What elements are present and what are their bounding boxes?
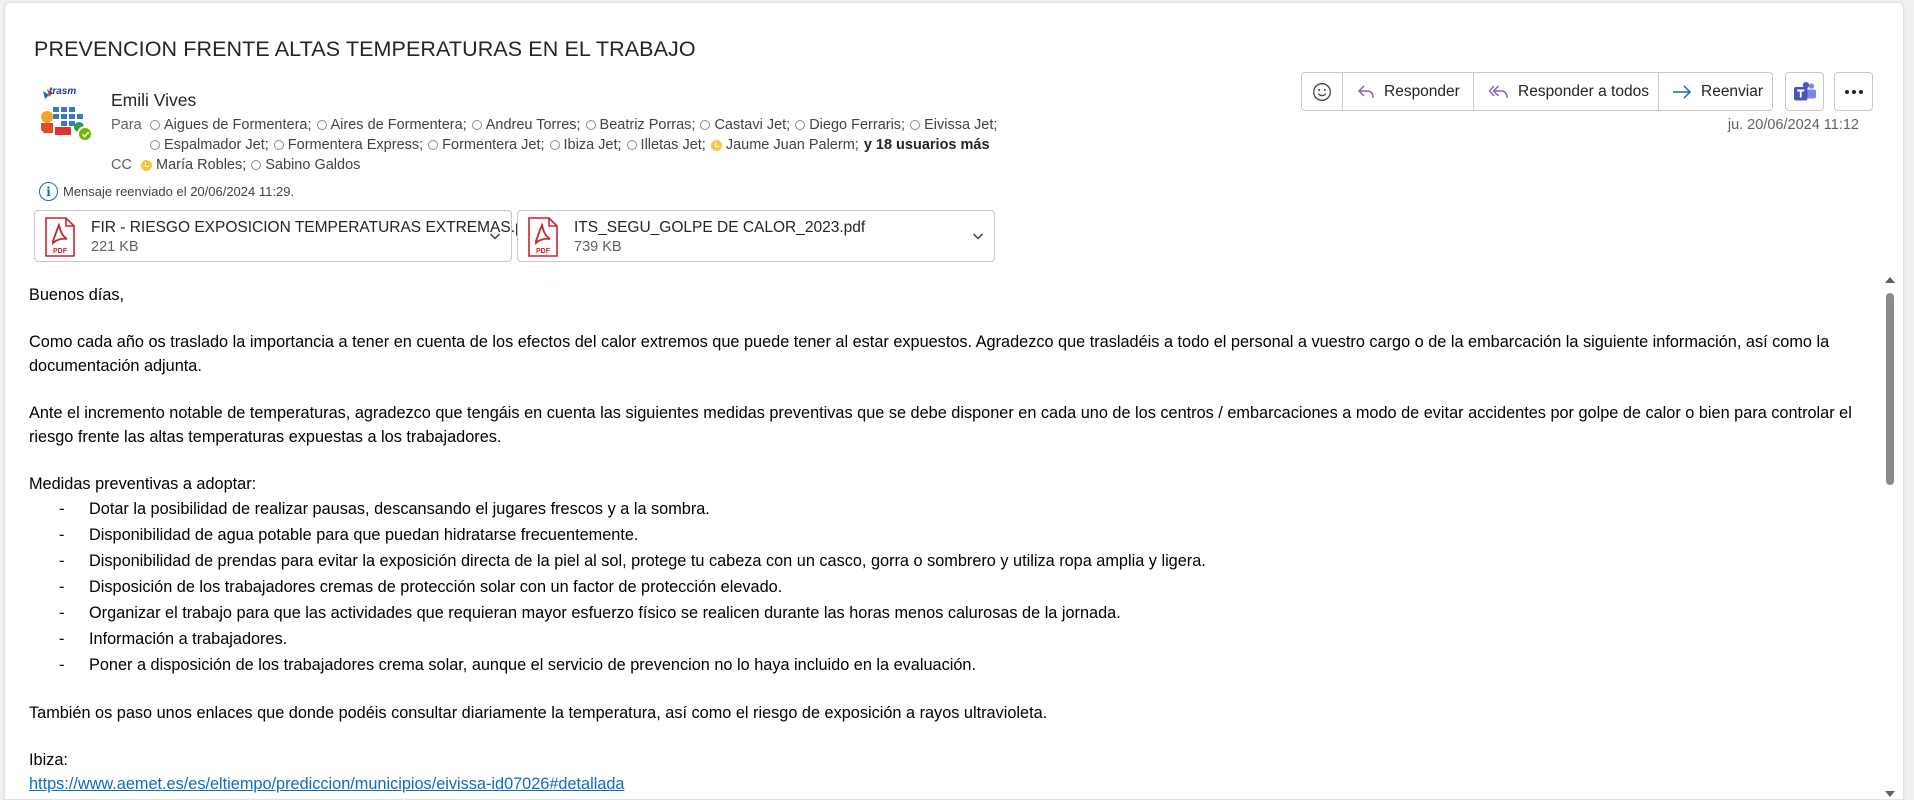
to-recipients-line-2: Espalmador Jet; Formentera Express; Form… xyxy=(150,137,990,153)
recipient[interactable]: Illetas Jet; xyxy=(626,137,706,153)
attachment-size: 739 KB xyxy=(574,239,622,255)
scroll-up-arrow-icon[interactable] xyxy=(1885,277,1895,283)
reply-all-button[interactable]: Responder a todos xyxy=(1474,73,1659,110)
attachment-size: 221 KB xyxy=(91,239,139,255)
presence-offline-icon xyxy=(795,120,806,130)
list-item: - Información a trabajadores. xyxy=(29,626,1871,652)
list-item: - Disponibilidad de prendas para evitar l… xyxy=(29,548,1871,574)
list-item: - Organizar el trabajo para que las activ… xyxy=(29,600,1871,626)
svg-text:PDF: PDF xyxy=(53,248,68,255)
cc-label: CC xyxy=(111,157,132,173)
list-item: - Poner a disposición de los trabajadores… xyxy=(29,652,1871,678)
presence-available-icon xyxy=(77,126,93,142)
ibiza-weather-link[interactable]: https://www.aemet.es/es/eltiempo/predicc… xyxy=(29,775,625,793)
ibiza-label: Ibiza: xyxy=(29,751,68,769)
presence-offline-icon xyxy=(471,120,482,130)
reply-all-icon xyxy=(1488,84,1508,98)
bullet-marker: - xyxy=(59,552,65,570)
presence-away-icon xyxy=(141,159,152,171)
body-scrollbar[interactable] xyxy=(1883,274,1897,799)
forward-button[interactable]: Reenviar xyxy=(1659,73,1772,110)
scroll-down-arrow-icon[interactable] xyxy=(1885,791,1895,797)
recipient[interactable]: Formentera Express; xyxy=(273,137,423,153)
forward-arrow-icon xyxy=(1673,84,1692,99)
reply-button[interactable]: Responder xyxy=(1343,73,1474,110)
presence-offline-icon xyxy=(910,120,921,130)
presence-offline-icon xyxy=(700,120,711,130)
bullet-marker: - xyxy=(59,526,65,544)
recipient[interactable]: Jaume Juan Palerm; xyxy=(710,137,859,153)
teams-icon xyxy=(1793,81,1816,100)
email-body: Buenos días, Como cada año os traslado l… xyxy=(29,283,1871,796)
bullet-marker: - xyxy=(59,604,65,622)
sent-date: ju. 20/06/2024 11:12 xyxy=(1727,117,1859,133)
body-paragraph: También os paso unos enlaces que donde p… xyxy=(29,704,1048,722)
list-item: - Disposición de los trabajadores cremas … xyxy=(29,574,1871,600)
email-subject: PREVENCION FRENTE ALTAS TEMPERATURAS EN … xyxy=(34,37,696,61)
pdf-file-icon: PDF xyxy=(528,217,558,257)
forward-label: Reenviar xyxy=(1701,82,1764,100)
sender-name[interactable]: Emili Vives xyxy=(111,90,196,111)
more-recipients-link[interactable]: y 18 usuarios más xyxy=(864,137,990,153)
recipient[interactable]: Formentera Jet; xyxy=(428,137,545,153)
recipient[interactable]: Ibiza Jet; xyxy=(549,137,622,153)
recipient[interactable]: Aires de Formentera; xyxy=(316,117,467,133)
info-icon: i xyxy=(39,182,58,201)
attachment-card[interactable]: PDF FIR - RIESGO EXPOSICION TEMPERATURAS… xyxy=(34,210,537,262)
reading-pane: PREVENCION FRENTE ALTAS TEMPERATURAS EN … xyxy=(4,2,1904,800)
scrollbar-thumb[interactable] xyxy=(1886,293,1894,485)
list-item: - Disponibilidad de agua potable para que… xyxy=(29,522,1871,548)
message-actions-toolbar: Responder Responder a todos Reenviar xyxy=(1301,72,1773,111)
avatar-logo-text: trasm xyxy=(49,86,77,97)
attachment-name: FIR - RIESGO EXPOSICION TEMPERATURAS EXT… xyxy=(91,219,537,236)
presence-offline-icon xyxy=(150,140,160,150)
recipient[interactable]: Espalmador Jet; xyxy=(150,137,269,153)
chevron-down-icon[interactable] xyxy=(487,228,503,244)
presence-offline-icon xyxy=(251,160,262,170)
body-greeting: Buenos días, xyxy=(29,286,125,304)
recipient[interactable]: Diego Ferraris; xyxy=(795,117,905,133)
cc-recipients-line: María Robles; Sabino Galdos xyxy=(141,157,365,173)
smiley-icon xyxy=(1313,82,1331,101)
recipient[interactable]: Eivissa Jet; xyxy=(910,117,997,133)
reply-label: Responder xyxy=(1384,82,1460,100)
recipient[interactable]: María Robles; xyxy=(141,157,246,173)
reaction-button[interactable] xyxy=(1302,73,1343,110)
bullet-marker: - xyxy=(59,656,65,674)
body-paragraph: Como cada año os traslado la importancia… xyxy=(29,333,1830,375)
presence-offline-icon xyxy=(150,120,160,130)
to-recipients-line-1: Aigues de Formentera; Aires de Formenter… xyxy=(150,117,1002,133)
reply-all-label: Responder a todos xyxy=(1518,82,1649,100)
presence-offline-icon xyxy=(549,140,560,150)
attachment-name: ITS_SEGU_GOLPE DE CALOR_2023.pdf xyxy=(574,219,866,236)
bullet-marker: - xyxy=(59,630,65,648)
recipient[interactable]: Andreu Torres; xyxy=(471,117,581,133)
attachment-card[interactable]: PDF ITS_SEGU_GOLPE DE CALOR_2023.pdf 739… xyxy=(517,210,995,262)
presence-offline-icon xyxy=(273,140,284,150)
presence-offline-icon xyxy=(428,140,439,150)
measures-heading: Medidas preventivas a adoptar: xyxy=(29,475,257,493)
more-actions-button[interactable] xyxy=(1834,72,1873,111)
presence-offline-icon xyxy=(585,120,596,130)
recipient[interactable]: Castavi Jet; xyxy=(700,117,790,133)
svg-text:PDF: PDF xyxy=(536,248,551,255)
to-label: Para xyxy=(111,117,142,133)
teams-share-button[interactable] xyxy=(1785,72,1824,111)
chevron-down-icon[interactable] xyxy=(970,228,986,244)
list-item: - Dotar la posibilidad de realizar pausas… xyxy=(29,496,1871,522)
presence-offline-icon xyxy=(626,140,637,150)
forward-info-text: Mensaje reenviado el 20/06/2024 11:29. xyxy=(63,184,295,199)
forward-info: i Mensaje reenviado el 20/06/2024 11:29. xyxy=(39,182,294,201)
bullet-marker: - xyxy=(59,500,65,518)
bullet-marker: - xyxy=(59,578,65,596)
recipient[interactable]: Beatriz Porras; xyxy=(585,117,695,133)
recipient[interactable]: Aigues de Formentera; xyxy=(150,117,312,133)
more-horizontal-icon xyxy=(1844,89,1863,94)
pdf-file-icon: PDF xyxy=(45,217,75,257)
body-paragraph: Ante el incremento notable de temperatur… xyxy=(29,404,1852,446)
presence-away-icon xyxy=(710,139,722,151)
reply-icon xyxy=(1357,84,1374,98)
recipient[interactable]: Sabino Galdos xyxy=(251,157,360,173)
presence-offline-icon xyxy=(316,120,327,130)
